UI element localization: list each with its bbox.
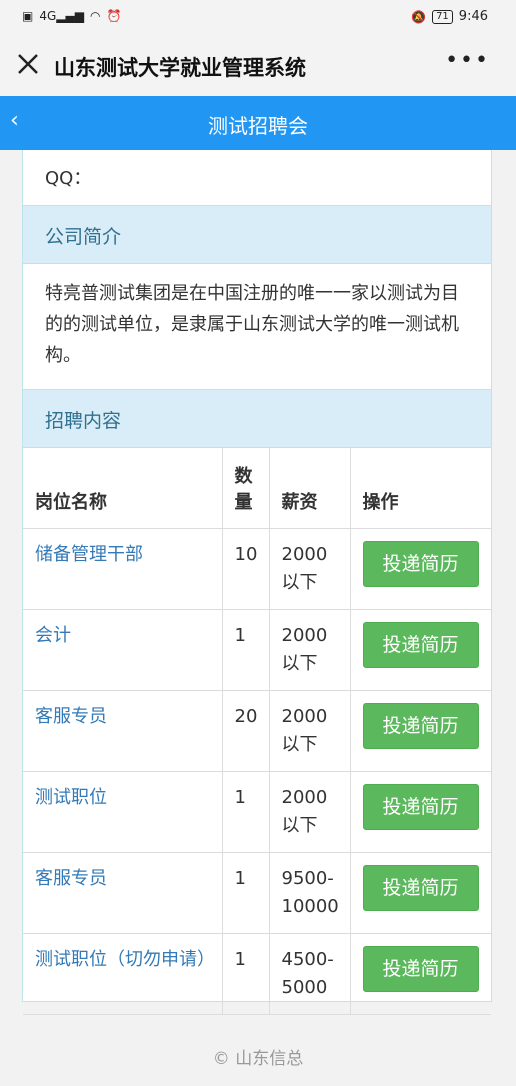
qq-row: QQ： xyxy=(23,150,491,206)
job-name-link[interactable]: 客服专员 xyxy=(23,852,223,934)
job-name-link[interactable]: 测试职位 xyxy=(23,771,223,853)
close-icon[interactable] xyxy=(14,50,42,78)
job-count: 1 xyxy=(222,609,270,691)
intro-header: 公司简介 xyxy=(23,206,491,264)
job-salary: 2000以下 xyxy=(269,690,351,772)
action-cell: 投递简历 xyxy=(350,528,491,610)
action-cell: 投递简历 xyxy=(350,852,491,934)
col-count: 数量 xyxy=(222,448,270,529)
submit-resume-button[interactable]: 投递简历 xyxy=(362,945,479,992)
status-bar: ▣ 4G▂▄▆ ◠ ⏰ 🔕 71 9:46 xyxy=(0,0,516,36)
table-row: 会计 1 2000以下 投递简历 xyxy=(23,609,491,691)
job-count: 10 xyxy=(222,528,270,610)
submit-resume-button[interactable]: 投递简历 xyxy=(362,702,479,749)
intro-text: 特亮普测试集团是在中国注册的唯一一家以测试为目的的测试单位，是隶属于山东测试大学… xyxy=(23,264,491,390)
app-title: 山东测试大学就业管理系统 xyxy=(54,56,306,80)
col-action: 操作 xyxy=(350,448,491,529)
table-row: 客服专员 20 2000以下 投递简历 xyxy=(23,690,491,772)
job-name-link[interactable]: 储备管理干部 xyxy=(23,528,223,610)
status-right: 🔕 71 9:46 xyxy=(411,9,488,24)
job-count: 1 xyxy=(222,933,270,1015)
signal-4g-icon: 4G▂▄▆ xyxy=(39,9,84,23)
submit-resume-button[interactable]: 投递简历 xyxy=(362,621,479,668)
jobs-table: 岗位名称 数量 薪资 操作 储备管理干部 10 2000以下 投递简历 会计 1… xyxy=(23,448,491,1015)
mute-icon: 🔕 xyxy=(411,9,427,24)
status-time: 9:46 xyxy=(458,9,488,24)
wifi-icon: ◠ xyxy=(89,9,101,23)
alarm-icon: ⏰ xyxy=(106,9,122,23)
page-title: 测试招聘会 xyxy=(208,114,308,138)
job-salary: 2000以下 xyxy=(269,771,351,853)
action-cell: 投递简历 xyxy=(350,771,491,853)
job-name-link[interactable]: 测试职位（切勿申请） xyxy=(23,933,223,1015)
submit-resume-button[interactable]: 投递简历 xyxy=(362,864,479,911)
wechat-header: 山东测试大学就业管理系统 ••• xyxy=(0,36,516,96)
job-count: 1 xyxy=(222,771,270,853)
job-salary: 9500-10000 xyxy=(269,852,351,934)
submit-resume-button[interactable]: 投递简历 xyxy=(362,540,479,587)
job-salary: 2000以下 xyxy=(269,609,351,691)
table-header-row: 岗位名称 数量 薪资 操作 xyxy=(23,448,491,529)
table-row: 测试职位 1 2000以下 投递简历 xyxy=(23,771,491,853)
battery-icon: 71 xyxy=(432,9,453,24)
job-salary: 2000以下 xyxy=(269,528,351,610)
more-icon[interactable]: ••• xyxy=(445,48,490,73)
submit-resume-button[interactable]: 投递简历 xyxy=(362,783,479,830)
footer-watermark: © 山东信总 xyxy=(212,1049,304,1069)
table-row: 储备管理干部 10 2000以下 投递简历 xyxy=(23,528,491,610)
job-count: 20 xyxy=(222,690,270,772)
hd-icon: ▣ xyxy=(22,9,34,23)
status-left: ▣ 4G▂▄▆ ◠ ⏰ xyxy=(22,9,121,23)
job-salary: 4500-5000 xyxy=(269,933,351,1015)
action-cell: 投递简历 xyxy=(350,933,491,1015)
company-card: QQ： 公司简介 特亮普测试集团是在中国注册的唯一一家以测试为目的的测试单位，是… xyxy=(22,150,492,1015)
col-salary: 薪资 xyxy=(269,448,351,529)
table-row: 客服专员 1 9500-10000 投递简历 xyxy=(23,852,491,934)
job-name-link[interactable]: 会计 xyxy=(23,609,223,691)
table-row: 测试职位（切勿申请） 1 4500-5000 投递简历 xyxy=(23,933,491,1015)
jobs-header: 招聘内容 xyxy=(23,390,491,448)
action-cell: 投递简历 xyxy=(350,690,491,772)
action-cell: 投递简历 xyxy=(350,609,491,691)
nav-bar: ‹ 测试招聘会 xyxy=(0,96,516,150)
job-name-link[interactable]: 客服专员 xyxy=(23,690,223,772)
job-count: 1 xyxy=(222,852,270,934)
col-position: 岗位名称 xyxy=(23,448,223,529)
network-label: 4G xyxy=(39,9,57,23)
